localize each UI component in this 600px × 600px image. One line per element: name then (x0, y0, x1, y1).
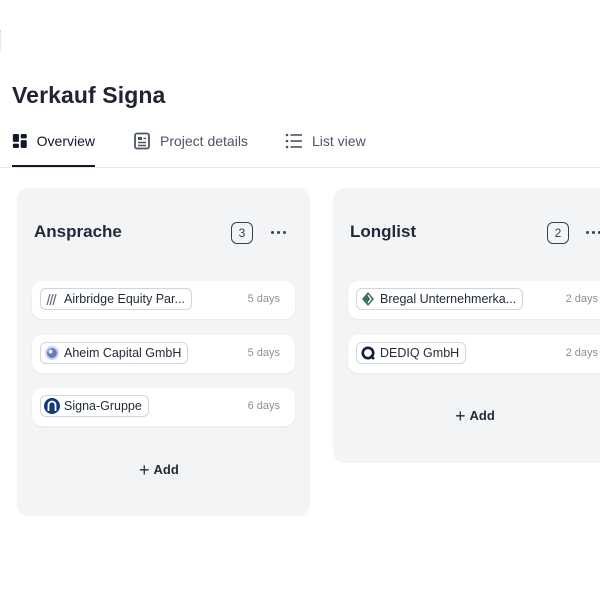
company-chip[interactable]: Aheim Capital GmbH (40, 342, 189, 364)
company-card[interactable]: Signa-Gruppe 6 days (32, 388, 295, 426)
more-options-icon[interactable] (270, 222, 288, 242)
company-card[interactable]: Airbridge Equity Par... 5 days (32, 281, 295, 319)
add-label: Add (469, 408, 495, 423)
company-chip[interactable]: Airbridge Equity Par... (40, 288, 192, 310)
column-count-badge: 2 (547, 222, 569, 244)
add-card-button[interactable]: + Add (455, 405, 495, 426)
card-age: 5 days (247, 293, 280, 305)
company-name: Signa-Gruppe (64, 399, 142, 413)
plus-icon: + (139, 459, 150, 480)
company-name: Airbridge Equity Par... (64, 292, 185, 306)
board-column-ansprache: Ansprache 3 Airbridge Equity Par... 5 da… (17, 188, 310, 516)
airbridge-logo-icon (46, 293, 57, 306)
tab-label: Project details (160, 133, 248, 149)
board-column-longlist: Longlist 2 Bregal Unternehmerka... 2 day… (333, 188, 600, 463)
more-options-icon[interactable] (585, 222, 600, 242)
company-name: DEDIQ GmbH (380, 346, 460, 360)
aheim-logo-icon (45, 346, 59, 360)
bregal-logo-icon (362, 292, 374, 306)
add-label: Add (153, 462, 179, 477)
tab-overview[interactable]: Overview (12, 130, 95, 167)
tab-bar: Overview Project details List view (0, 130, 600, 168)
tab-list-view[interactable]: List view (285, 130, 366, 165)
company-card[interactable]: Aheim Capital GmbH 5 days (32, 335, 295, 373)
signa-logo-icon (44, 398, 60, 414)
card-age: 6 days (247, 400, 280, 412)
dediq-logo-icon (361, 346, 375, 360)
dashboard-icon (12, 134, 27, 148)
tab-label: List view (312, 133, 366, 149)
company-name: Bregal Unternehmerka... (380, 292, 517, 306)
column-title: Ansprache (34, 222, 122, 241)
document-icon (134, 132, 150, 150)
card-age: 2 days (565, 347, 598, 359)
company-card[interactable]: Bregal Unternehmerka... 2 days (348, 281, 600, 319)
company-chip[interactable]: Signa-Gruppe (40, 395, 149, 417)
window-edge-divider (0, 30, 7, 52)
plus-icon: + (455, 405, 466, 426)
add-card-button[interactable]: + Add (139, 459, 179, 480)
column-count-badge: 3 (231, 222, 253, 244)
tab-project-details[interactable]: Project details (133, 130, 248, 165)
company-card[interactable]: DEDIQ GmbH 2 days (348, 335, 600, 373)
card-age: 2 days (565, 293, 598, 305)
page-title: Verkauf Signa (12, 82, 166, 108)
company-name: Aheim Capital GmbH (64, 346, 182, 360)
column-title: Longlist (350, 222, 417, 241)
card-age: 5 days (247, 347, 280, 359)
company-chip[interactable]: DEDIQ GmbH (356, 342, 467, 364)
tab-label: Overview (36, 133, 95, 149)
list-icon (285, 133, 302, 149)
company-chip[interactable]: Bregal Unternehmerka... (356, 288, 524, 310)
